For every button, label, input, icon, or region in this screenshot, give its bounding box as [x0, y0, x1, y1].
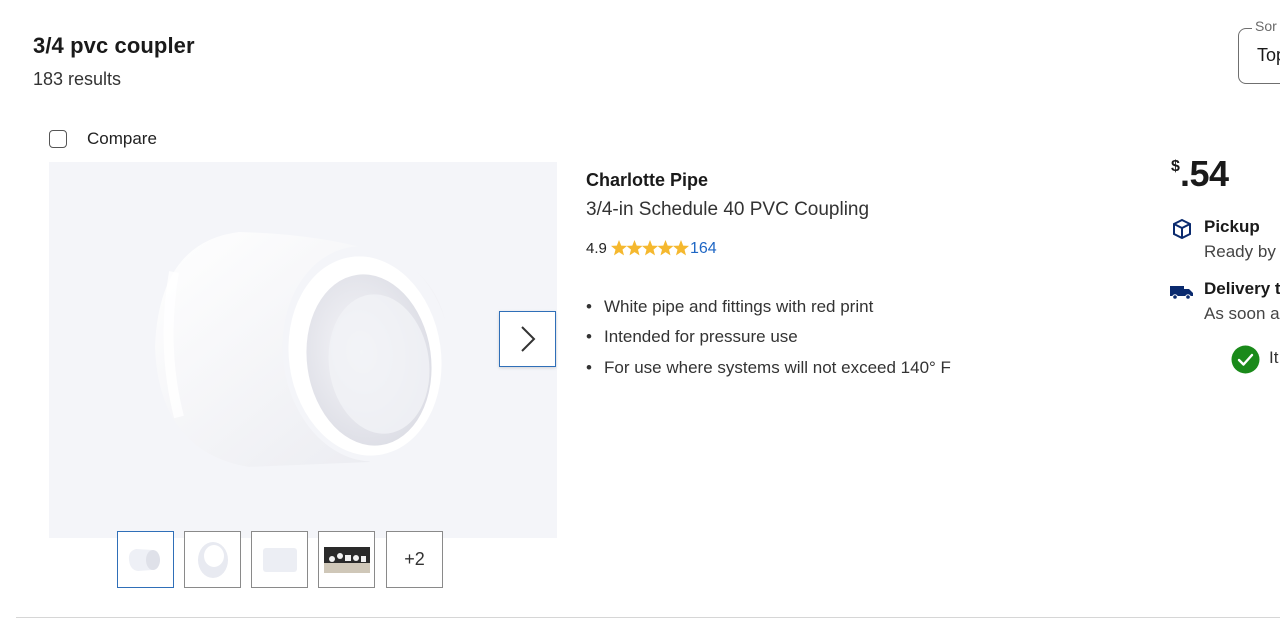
rating-stars: [611, 239, 689, 264]
thumbnail-4[interactable]: [318, 531, 375, 588]
feature-item: • White pipe and fittings with red print: [586, 297, 873, 317]
price-currency: $: [1171, 158, 1180, 175]
truck-icon: [1170, 284, 1194, 305]
thumbnail-coupling-front-image: [197, 541, 228, 578]
thumbnail-3[interactable]: [251, 531, 308, 588]
price-value: .54: [1180, 153, 1229, 194]
compare-label[interactable]: Compare: [87, 129, 157, 149]
star-icon: [642, 240, 658, 256]
pvc-coupling-image: [155, 232, 452, 467]
thumbnail-coupling-side-image: [128, 548, 160, 571]
review-count-link[interactable]: 164: [690, 240, 717, 258]
bullet-icon: •: [586, 358, 592, 377]
feature-text: White pipe and fittings with red print: [604, 297, 874, 316]
brand-name[interactable]: Charlotte Pipe: [586, 170, 708, 191]
delivery-detail: As soon as: [1204, 304, 1280, 323]
star-icon: [657, 240, 674, 256]
sort-value[interactable]: Top: [1257, 45, 1280, 66]
thumbnail-coupling-flat-image: [262, 547, 297, 572]
availability-text: It: [1269, 348, 1279, 367]
check-circle-icon: [1231, 345, 1260, 379]
star-icon: [626, 240, 643, 256]
delivery-label: Delivery to: [1204, 279, 1280, 298]
product-image[interactable]: [49, 162, 557, 538]
pickup-detail: Ready by: [1204, 242, 1276, 261]
thumbnail-fittings-display-image: [323, 546, 370, 573]
results-count: 183 results: [33, 69, 122, 89]
feature-text: Intended for pressure use: [604, 327, 798, 346]
star-icon: [611, 240, 627, 256]
card-divider: [16, 617, 1280, 618]
pickup-label: Pickup: [1204, 217, 1260, 236]
rating-value: 4.9: [586, 240, 607, 257]
compare-checkbox[interactable]: [49, 130, 67, 148]
bullet-icon: •: [586, 327, 592, 346]
product-name[interactable]: 3/4-in Schedule 40 PVC Coupling: [586, 199, 869, 221]
thumbnail-1[interactable]: [117, 531, 174, 588]
next-image-button[interactable]: [499, 311, 556, 367]
thumbnail-2[interactable]: [184, 531, 241, 588]
feature-item: • For use where systems will not exceed 1…: [586, 358, 951, 378]
bullet-icon: •: [586, 297, 592, 316]
feature-text: For use where systems will not exceed 14…: [604, 358, 951, 377]
sort-label: Sor: [1252, 18, 1280, 34]
more-thumbnails-count: +2: [404, 549, 425, 569]
star-icon: [673, 240, 689, 256]
search-title: 3/4 pvc coupler: [33, 33, 195, 58]
chevron-right-icon: [520, 326, 535, 352]
package-icon: [1171, 218, 1193, 245]
thumbnail-more[interactable]: +2: [386, 531, 443, 588]
feature-item: • Intended for pressure use: [586, 327, 798, 347]
